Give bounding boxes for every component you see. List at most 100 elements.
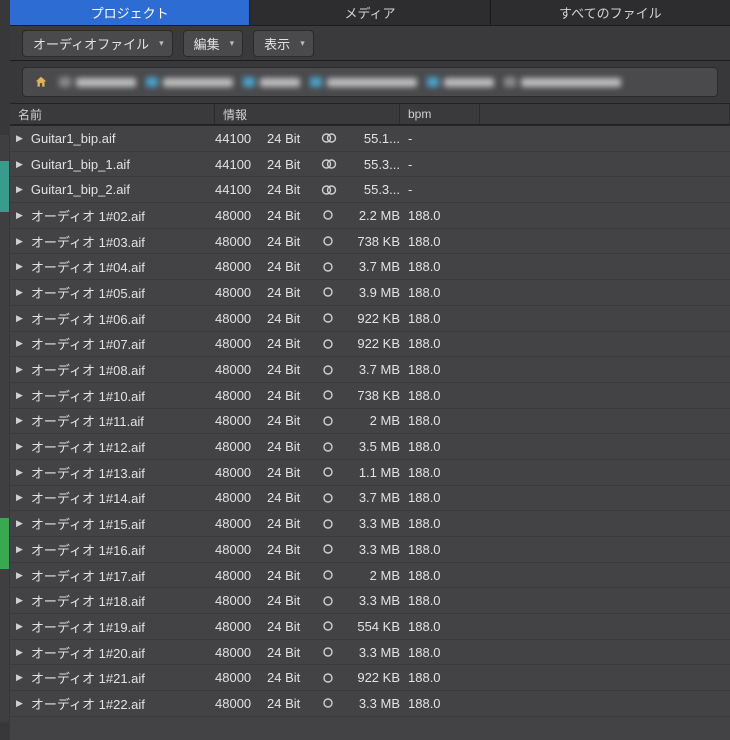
- file-row[interactable]: ▶オーディオ 1#17.aif4800024 Bit2 MB188.0: [10, 563, 730, 589]
- file-row[interactable]: ▶Guitar1_bip_2.aif4410024 Bit55.3...-: [10, 177, 730, 203]
- file-name: Guitar1_bip.aif: [31, 131, 116, 146]
- path-crumb[interactable]: [427, 77, 494, 87]
- channel-icon: [321, 209, 339, 221]
- file-info: 4800024 Bit922 KB: [215, 311, 400, 326]
- mode-dropdown[interactable]: オーディオファイル ▾: [22, 30, 173, 57]
- path-crumb[interactable]: [243, 77, 300, 87]
- header-name[interactable]: 名前: [10, 104, 215, 124]
- channel-icon: [321, 620, 339, 632]
- channel-icon: [321, 132, 339, 144]
- channel-icon: [321, 158, 339, 170]
- disclosure-icon[interactable]: ▶: [16, 570, 23, 581]
- disclosure-icon[interactable]: ▶: [16, 647, 23, 658]
- file-row[interactable]: ▶オーディオ 1#19.aif4800024 Bit554 KB188.0: [10, 614, 730, 640]
- disclosure-icon[interactable]: ▶: [16, 313, 23, 324]
- disclosure-icon[interactable]: ▶: [16, 364, 23, 375]
- sample-rate: 48000: [215, 465, 261, 480]
- file-row[interactable]: ▶オーディオ 1#03.aif4800024 Bit738 KB188.0: [10, 229, 730, 255]
- disclosure-icon[interactable]: ▶: [16, 518, 23, 529]
- file-row[interactable]: ▶オーディオ 1#14.aif4800024 Bit3.7 MB188.0: [10, 486, 730, 512]
- file-list[interactable]: ▶Guitar1_bip.aif4410024 Bit55.1...-▶Guit…: [10, 125, 730, 740]
- path-crumb[interactable]: [146, 77, 233, 87]
- file-info: 4800024 Bit922 KB: [215, 336, 400, 351]
- file-row[interactable]: ▶オーディオ 1#02.aif4800024 Bit2.2 MB188.0: [10, 203, 730, 229]
- bit-depth: 24 Bit: [267, 362, 315, 377]
- file-bpm: 188.0: [400, 311, 480, 326]
- disclosure-icon[interactable]: ▶: [16, 159, 23, 170]
- sample-rate: 48000: [215, 413, 261, 428]
- disclosure-icon[interactable]: ▶: [16, 621, 23, 632]
- file-row[interactable]: ▶オーディオ 1#06.aif4800024 Bit922 KB188.0: [10, 306, 730, 332]
- file-name: オーディオ 1#03.aif: [31, 232, 145, 251]
- header-info[interactable]: 情報: [215, 104, 400, 124]
- disclosure-icon[interactable]: ▶: [16, 261, 23, 272]
- file-row[interactable]: ▶オーディオ 1#13.aif4800024 Bit1.1 MB188.0: [10, 460, 730, 486]
- bit-depth: 24 Bit: [267, 619, 315, 634]
- sample-rate: 48000: [215, 259, 261, 274]
- path-crumb[interactable]: [59, 77, 136, 87]
- header-bpm[interactable]: bpm: [400, 104, 480, 124]
- disclosure-icon[interactable]: ▶: [16, 210, 23, 221]
- channel-icon: [321, 235, 339, 247]
- file-row[interactable]: ▶オーディオ 1#12.aif4800024 Bit3.5 MB188.0: [10, 434, 730, 460]
- file-bpm: 188.0: [400, 516, 480, 531]
- sample-rate: 48000: [215, 208, 261, 223]
- file-size: 3.3 MB: [345, 645, 400, 660]
- disclosure-icon[interactable]: ▶: [16, 441, 23, 452]
- edit-dropdown[interactable]: 編集 ▾: [183, 30, 244, 57]
- file-row[interactable]: ▶オーディオ 1#21.aif4800024 Bit922 KB188.0: [10, 665, 730, 691]
- disclosure-icon[interactable]: ▶: [16, 236, 23, 247]
- file-name: オーディオ 1#11.aif: [31, 411, 144, 430]
- file-row[interactable]: ▶オーディオ 1#10.aif4800024 Bit738 KB188.0: [10, 383, 730, 409]
- path-crumb[interactable]: [310, 77, 417, 87]
- channel-icon: [321, 364, 339, 376]
- file-row[interactable]: ▶オーディオ 1#16.aif4800024 Bit3.3 MB188.0: [10, 537, 730, 563]
- file-bpm: -: [400, 157, 480, 172]
- file-info: 4800024 Bit3.3 MB: [215, 516, 400, 531]
- sample-rate: 48000: [215, 568, 261, 583]
- disclosure-icon[interactable]: ▶: [16, 595, 23, 606]
- file-row[interactable]: ▶オーディオ 1#15.aif4800024 Bit3.3 MB188.0: [10, 511, 730, 537]
- file-row[interactable]: ▶Guitar1_bip.aif4410024 Bit55.1...-: [10, 126, 730, 152]
- file-row[interactable]: ▶Guitar1_bip_1.aif4410024 Bit55.3...-: [10, 152, 730, 178]
- disclosure-icon[interactable]: ▶: [16, 672, 23, 683]
- file-row[interactable]: ▶オーディオ 1#18.aif4800024 Bit3.3 MB188.0: [10, 588, 730, 614]
- file-bpm: 188.0: [400, 593, 480, 608]
- path-bar[interactable]: [22, 67, 718, 97]
- disclosure-icon[interactable]: ▶: [16, 467, 23, 478]
- disclosure-icon[interactable]: ▶: [16, 492, 23, 503]
- tab-bar: プロジェクト メディア すべてのファイル: [10, 0, 730, 25]
- disclosure-icon[interactable]: ▶: [16, 544, 23, 555]
- file-row[interactable]: ▶オーディオ 1#08.aif4800024 Bit3.7 MB188.0: [10, 357, 730, 383]
- home-icon[interactable]: [33, 74, 49, 90]
- file-row[interactable]: ▶オーディオ 1#04.aif4800024 Bit3.7 MB188.0: [10, 254, 730, 280]
- disclosure-icon[interactable]: ▶: [16, 390, 23, 401]
- file-name: オーディオ 1#08.aif: [31, 360, 145, 379]
- channel-icon: [321, 518, 339, 530]
- file-name: オーディオ 1#22.aif: [31, 694, 145, 713]
- file-row[interactable]: ▶オーディオ 1#07.aif4800024 Bit922 KB188.0: [10, 332, 730, 358]
- sample-rate: 48000: [215, 619, 261, 634]
- file-name: オーディオ 1#14.aif: [31, 488, 145, 507]
- bit-depth: 24 Bit: [267, 670, 315, 685]
- bit-depth: 24 Bit: [267, 234, 315, 249]
- disclosure-icon[interactable]: ▶: [16, 698, 23, 709]
- disclosure-icon[interactable]: ▶: [16, 338, 23, 349]
- disclosure-icon[interactable]: ▶: [16, 184, 23, 195]
- file-bpm: 188.0: [400, 439, 480, 454]
- disclosure-icon[interactable]: ▶: [16, 287, 23, 298]
- file-info: 4800024 Bit3.7 MB: [215, 259, 400, 274]
- tab-all-files[interactable]: すべてのファイル: [491, 0, 730, 25]
- sample-rate: 48000: [215, 645, 261, 660]
- file-row[interactable]: ▶オーディオ 1#20.aif4800024 Bit3.3 MB188.0: [10, 640, 730, 666]
- file-info: 4800024 Bit738 KB: [215, 388, 400, 403]
- file-row[interactable]: ▶オーディオ 1#22.aif4800024 Bit3.3 MB188.0: [10, 691, 730, 717]
- disclosure-icon[interactable]: ▶: [16, 415, 23, 426]
- tab-media[interactable]: メディア: [250, 0, 490, 25]
- tab-project[interactable]: プロジェクト: [10, 0, 250, 25]
- path-crumb[interactable]: [504, 77, 621, 87]
- view-dropdown[interactable]: 表示 ▾: [253, 30, 314, 57]
- file-row[interactable]: ▶オーディオ 1#11.aif4800024 Bit2 MB188.0: [10, 409, 730, 435]
- file-row[interactable]: ▶オーディオ 1#05.aif4800024 Bit3.9 MB188.0: [10, 280, 730, 306]
- disclosure-icon[interactable]: ▶: [16, 133, 23, 144]
